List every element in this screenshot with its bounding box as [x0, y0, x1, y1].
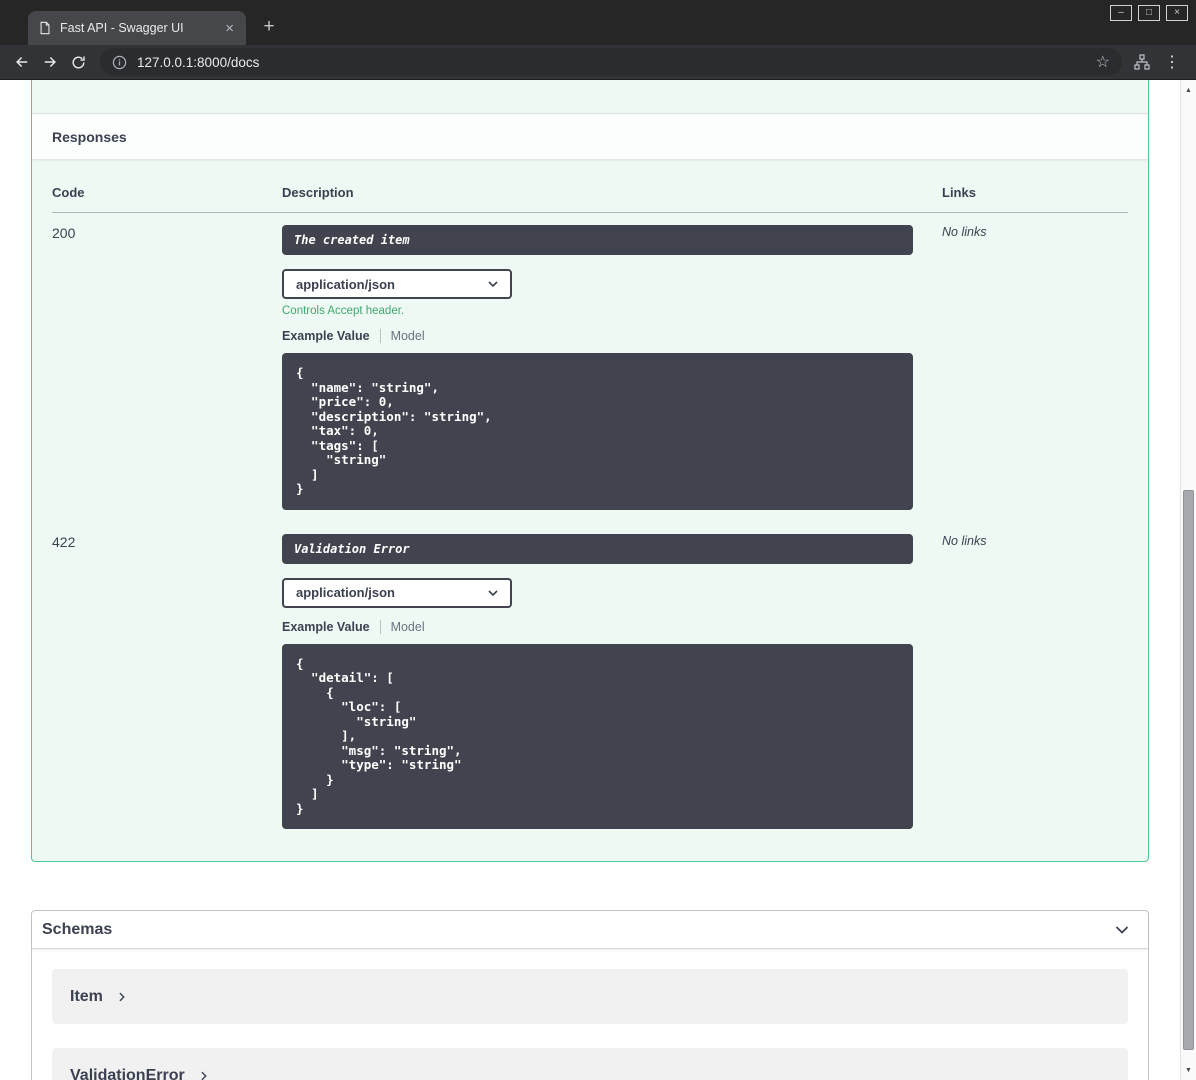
example-json-block: { "detail": [ { "loc": [ "string" ], "ms… [282, 643, 913, 829]
scrollbar-thumb[interactable] [1183, 490, 1194, 1050]
page-viewport: Responses Code Description Links 200 The… [0, 80, 1196, 1080]
example-value-tab[interactable]: Example Value [282, 620, 370, 634]
new-tab-button[interactable]: + [256, 14, 282, 40]
responses-table: Code Description Links 200 The created i… [52, 179, 1128, 841]
maximize-button[interactable]: □ [1138, 5, 1160, 21]
column-header-description: Description [282, 179, 942, 213]
address-bar[interactable]: 127.0.0.1:8000/docs ☆ [100, 48, 1122, 76]
chevron-down-icon[interactable] [1112, 920, 1132, 940]
media-type-select[interactable]: application/json [282, 269, 512, 299]
bookmark-star-icon[interactable]: ☆ [1096, 52, 1110, 72]
chevron-down-icon [485, 585, 501, 601]
example-json: { "detail": [ { "loc": [ "string" ], "ms… [296, 655, 462, 816]
schema-item[interactable]: ValidationError [52, 1048, 1128, 1080]
responses-table-wrapper: Code Description Links 200 The created i… [32, 159, 1148, 861]
tab-divider [379, 619, 381, 634]
schemas-list: Item ValidationError [32, 949, 1148, 1080]
controls-accept-note: Controls Accept header. [282, 305, 405, 317]
forward-arrow-icon [41, 53, 59, 71]
page-scrollbar[interactable]: ▲ ▼ [1180, 80, 1196, 1080]
schemas-title: Schemas [42, 920, 113, 938]
response-description-cell: Validation Error application/json Exampl… [282, 522, 942, 842]
chevron-down-icon [485, 276, 501, 292]
browser-titlebar: Fast API - Swagger UI × + – □ × [0, 0, 1196, 45]
example-json: { "name": "string", "price": 0, "descrip… [296, 365, 492, 496]
forward-button[interactable] [36, 48, 64, 76]
close-button[interactable]: × [1166, 5, 1188, 21]
schemas-header[interactable]: Schemas [32, 911, 1148, 949]
response-description: The created item [282, 225, 913, 255]
example-json-block: { "name": "string", "price": 0, "descrip… [282, 353, 913, 510]
page-favicon-icon [38, 21, 52, 35]
back-button[interactable] [8, 48, 36, 76]
response-row: 200 The created item application/json Co… [52, 213, 1128, 522]
tab-close-icon[interactable]: × [223, 21, 236, 36]
response-code: 200 [52, 225, 76, 241]
schema-item[interactable]: Item [52, 969, 1128, 1024]
toolbar-actions: ⋮ [1130, 52, 1188, 72]
model-tab[interactable]: Model [391, 329, 425, 343]
model-tab[interactable]: Model [391, 620, 425, 634]
responses-section-header: Responses [32, 113, 1148, 159]
responses-title: Responses [52, 128, 127, 145]
reload-icon [70, 54, 87, 71]
operation-panel: Responses Code Description Links 200 The… [31, 80, 1149, 862]
example-model-tabs: Example Value Model [282, 329, 913, 343]
browser-tab[interactable]: Fast API - Swagger UI × [28, 11, 246, 45]
browser-toolbar: 127.0.0.1:8000/docs ☆ ⋮ [0, 45, 1196, 80]
response-code: 422 [52, 533, 76, 550]
window-controls: – □ × [1110, 5, 1188, 21]
response-row: 422 Validation Error application/json Ex… [52, 522, 1128, 842]
schema-name: Item [70, 987, 103, 1005]
example-value-tab[interactable]: Example Value [282, 329, 370, 343]
media-type-select[interactable]: application/json [282, 577, 512, 608]
example-model-tabs: Example Value Model [282, 619, 913, 634]
reload-button[interactable] [64, 48, 92, 76]
column-header-code: Code [52, 179, 282, 213]
site-info-icon[interactable] [112, 55, 127, 70]
tab-divider [379, 329, 381, 343]
chevron-right-icon [115, 990, 129, 1004]
schema-name: ValidationError [70, 1066, 185, 1080]
browser-menu-icon[interactable]: ⋮ [1164, 52, 1180, 72]
media-type-value: application/json [296, 585, 395, 600]
schemas-section: Schemas Item ValidationError [31, 910, 1149, 1080]
response-description: Validation Error [282, 533, 913, 564]
opblock-body-spacer [32, 80, 1148, 113]
swagger-page: Responses Code Description Links 200 The… [0, 80, 1196, 1080]
response-description-cell: The created item application/json Contro… [282, 213, 942, 522]
media-type-value: application/json [296, 276, 395, 292]
tab-title: Fast API - Swagger UI [60, 21, 184, 35]
sitemap-icon[interactable] [1134, 54, 1150, 70]
column-header-links: Links [942, 179, 1128, 213]
minimize-button[interactable]: – [1110, 5, 1132, 21]
scroll-up-button[interactable]: ▲ [1181, 82, 1196, 98]
response-links: No links [942, 533, 987, 548]
response-links: No links [942, 225, 987, 239]
chevron-right-icon [197, 1069, 211, 1080]
scroll-down-button[interactable]: ▼ [1181, 1062, 1196, 1078]
back-arrow-icon [13, 53, 31, 71]
url-text[interactable]: 127.0.0.1:8000/docs [137, 55, 259, 70]
